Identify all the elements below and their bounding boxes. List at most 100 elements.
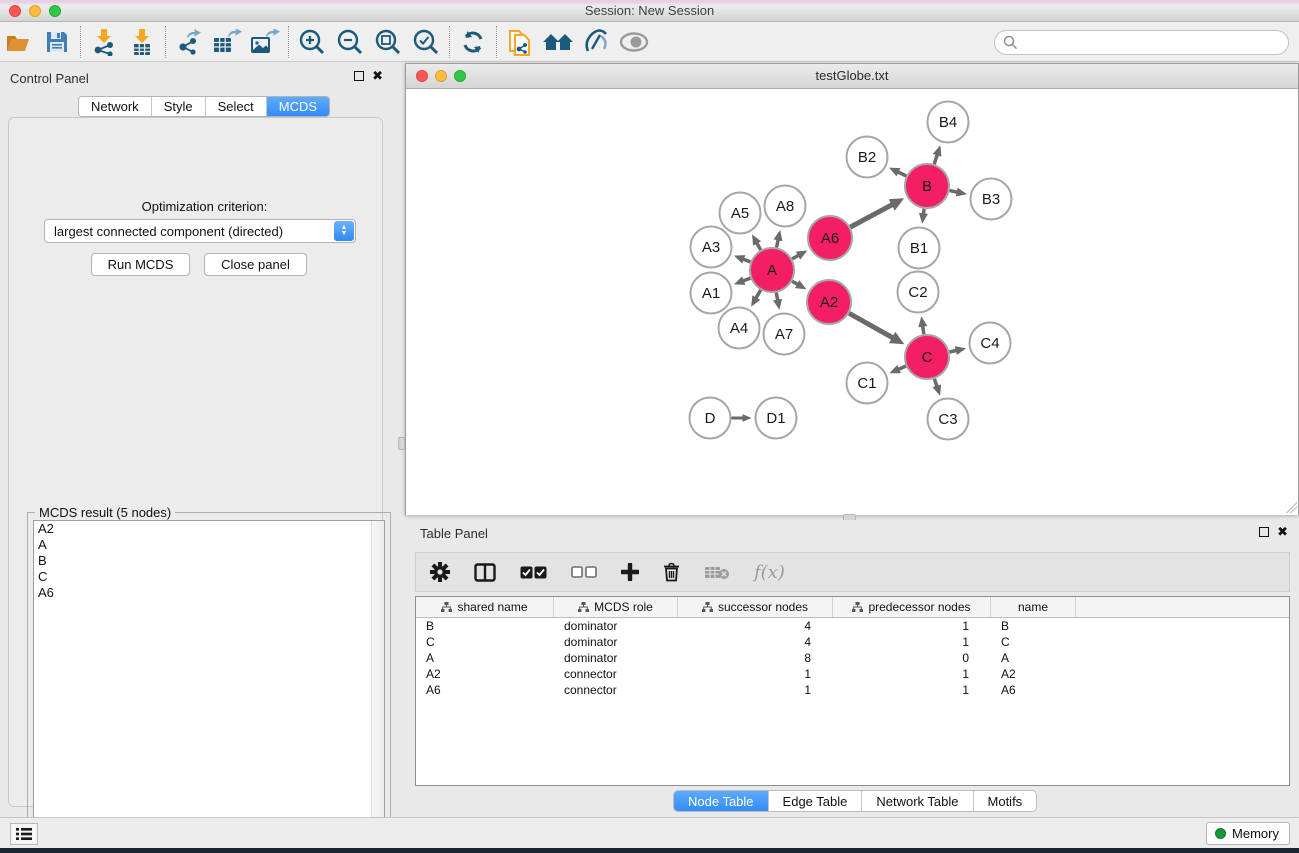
- table-cell[interactable]: 4: [678, 618, 833, 634]
- table-cell[interactable]: 1: [833, 634, 991, 650]
- export-table-button[interactable]: [208, 25, 246, 59]
- zoom-selected-button[interactable]: [407, 25, 445, 59]
- criterion-value: largest connected component (directed): [54, 224, 283, 239]
- cybrowser-home-button[interactable]: [539, 25, 577, 59]
- table-row[interactable]: Bdominator41B: [416, 618, 1289, 634]
- column-type-icon: [852, 602, 863, 612]
- task-history-button[interactable]: [10, 823, 38, 845]
- network-graph[interactable]: B4B2BB3A8A5A6A3B1AA1C2A2A4A7C4CC1C3DD1: [406, 89, 1298, 515]
- table-cell[interactable]: dominator: [554, 650, 678, 666]
- show-graphics-eye-icon: [619, 32, 649, 52]
- save-session-button[interactable]: [38, 25, 76, 59]
- table-cell[interactable]: A: [991, 650, 1076, 666]
- add-column-button[interactable]: [621, 563, 639, 581]
- column-view-button[interactable]: [474, 563, 496, 582]
- column-header-shared-name[interactable]: shared name: [416, 597, 554, 617]
- zoom-out-button[interactable]: [331, 25, 369, 59]
- table-row[interactable]: A6connector11A6: [416, 682, 1289, 698]
- trash-icon: [663, 562, 680, 582]
- table-cell[interactable]: A6: [991, 682, 1076, 698]
- vertical-divider-grip[interactable]: [398, 437, 405, 450]
- close-panel-icon[interactable]: ✖: [372, 71, 383, 81]
- table-cell[interactable]: A2: [991, 666, 1076, 682]
- delete-table-button[interactable]: [704, 565, 730, 580]
- close-panel-button[interactable]: Close panel: [204, 253, 307, 276]
- tab-motifs[interactable]: Motifs: [974, 791, 1037, 811]
- table-cell[interactable]: C: [991, 634, 1076, 650]
- table-cell[interactable]: 4: [678, 634, 833, 650]
- table-cell[interactable]: A: [416, 650, 554, 666]
- close-table-panel-icon[interactable]: ✖: [1277, 527, 1288, 537]
- import-network-button[interactable]: [85, 25, 123, 59]
- mcds-result-item[interactable]: B: [34, 553, 384, 569]
- memory-button[interactable]: Memory: [1206, 822, 1290, 845]
- search-input[interactable]: [994, 30, 1289, 55]
- table-cell[interactable]: 1: [833, 682, 991, 698]
- clone-network-button[interactable]: [501, 25, 539, 59]
- table-cell[interactable]: dominator: [554, 634, 678, 650]
- table-cell[interactable]: B: [991, 618, 1076, 634]
- float-panel-icon[interactable]: [354, 71, 364, 81]
- column-header-successor-nodes[interactable]: successor nodes: [678, 597, 833, 617]
- deselect-all-button[interactable]: [571, 566, 597, 578]
- result-scrollbar[interactable]: [371, 521, 384, 849]
- mcds-result-item[interactable]: A2: [34, 521, 384, 537]
- zoom-in-button[interactable]: [293, 25, 331, 59]
- float-table-panel-icon[interactable]: [1259, 527, 1269, 537]
- tab-mcds[interactable]: MCDS: [267, 97, 329, 116]
- mcds-result-item[interactable]: A6: [34, 585, 384, 601]
- table-cell[interactable]: 1: [678, 682, 833, 698]
- window-resize-grip[interactable]: [1286, 502, 1297, 513]
- delete-button[interactable]: [663, 562, 680, 582]
- main-toolbar: [0, 22, 1299, 62]
- gear-button[interactable]: [430, 562, 450, 582]
- table-cell[interactable]: 8: [678, 650, 833, 666]
- tab-style[interactable]: Style: [152, 97, 206, 116]
- table-cell[interactable]: A6: [416, 682, 554, 698]
- table-cell[interactable]: dominator: [554, 618, 678, 634]
- table-cell[interactable]: 0: [833, 650, 991, 666]
- mcds-result-item[interactable]: A: [34, 537, 384, 553]
- tab-select[interactable]: Select: [206, 97, 267, 116]
- refresh-button[interactable]: [454, 25, 492, 59]
- hide-panels-button[interactable]: [577, 25, 615, 59]
- open-file-button[interactable]: [0, 25, 38, 59]
- column-header-name[interactable]: name: [991, 597, 1076, 617]
- table-cell[interactable]: connector: [554, 682, 678, 698]
- table-cell[interactable]: C: [416, 634, 554, 650]
- select-all-button[interactable]: [520, 566, 547, 579]
- tab-node-table[interactable]: Node Table: [674, 791, 769, 811]
- table-cell[interactable]: 1: [833, 618, 991, 634]
- table-toolbar: f(x): [415, 552, 1290, 592]
- table-cell[interactable]: connector: [554, 666, 678, 682]
- criterion-select[interactable]: largest connected component (directed) ▲…: [44, 219, 356, 243]
- network-canvas[interactable]: B4B2BB3A8A5A6A3B1AA1C2A2A4A7C4CC1C3DD1: [406, 89, 1298, 515]
- table-cell[interactable]: 1: [833, 666, 991, 682]
- export-network-button[interactable]: [170, 25, 208, 59]
- column-view-icon: [474, 563, 496, 582]
- table-row[interactable]: Adominator80A: [416, 650, 1289, 666]
- table-row[interactable]: Cdominator41C: [416, 634, 1289, 650]
- tab-network-table[interactable]: Network Table: [862, 791, 973, 811]
- mcds-result-item[interactable]: C: [34, 569, 384, 585]
- network-window-titlebar[interactable]: testGlobe.txt: [406, 64, 1298, 89]
- column-header-predecessor-nodes[interactable]: predecessor nodes: [833, 597, 991, 617]
- run-mcds-button[interactable]: Run MCDS: [91, 253, 190, 276]
- table-row[interactable]: A2connector11A2: [416, 666, 1289, 682]
- export-image-button[interactable]: [246, 25, 284, 59]
- table-cell[interactable]: B: [416, 618, 554, 634]
- graph-edge-A2-C[interactable]: [849, 313, 895, 339]
- table-cell[interactable]: 1: [678, 666, 833, 682]
- edge-arrowhead: [773, 299, 782, 310]
- tab-edge-table[interactable]: Edge Table: [769, 791, 863, 811]
- table-cell[interactable]: A2: [416, 666, 554, 682]
- column-header-MCDS-role[interactable]: MCDS role: [554, 597, 678, 617]
- show-graphics-button[interactable]: [615, 25, 653, 59]
- function-builder-button[interactable]: f(x): [754, 562, 785, 583]
- status-bar: Memory: [0, 817, 1299, 848]
- graph-edge-A6-B[interactable]: [850, 204, 894, 228]
- mcds-result-list[interactable]: A2ABCA6: [33, 520, 385, 850]
- import-table-button[interactable]: [123, 25, 161, 59]
- tab-network[interactable]: Network: [79, 97, 152, 116]
- zoom-fit-button[interactable]: [369, 25, 407, 59]
